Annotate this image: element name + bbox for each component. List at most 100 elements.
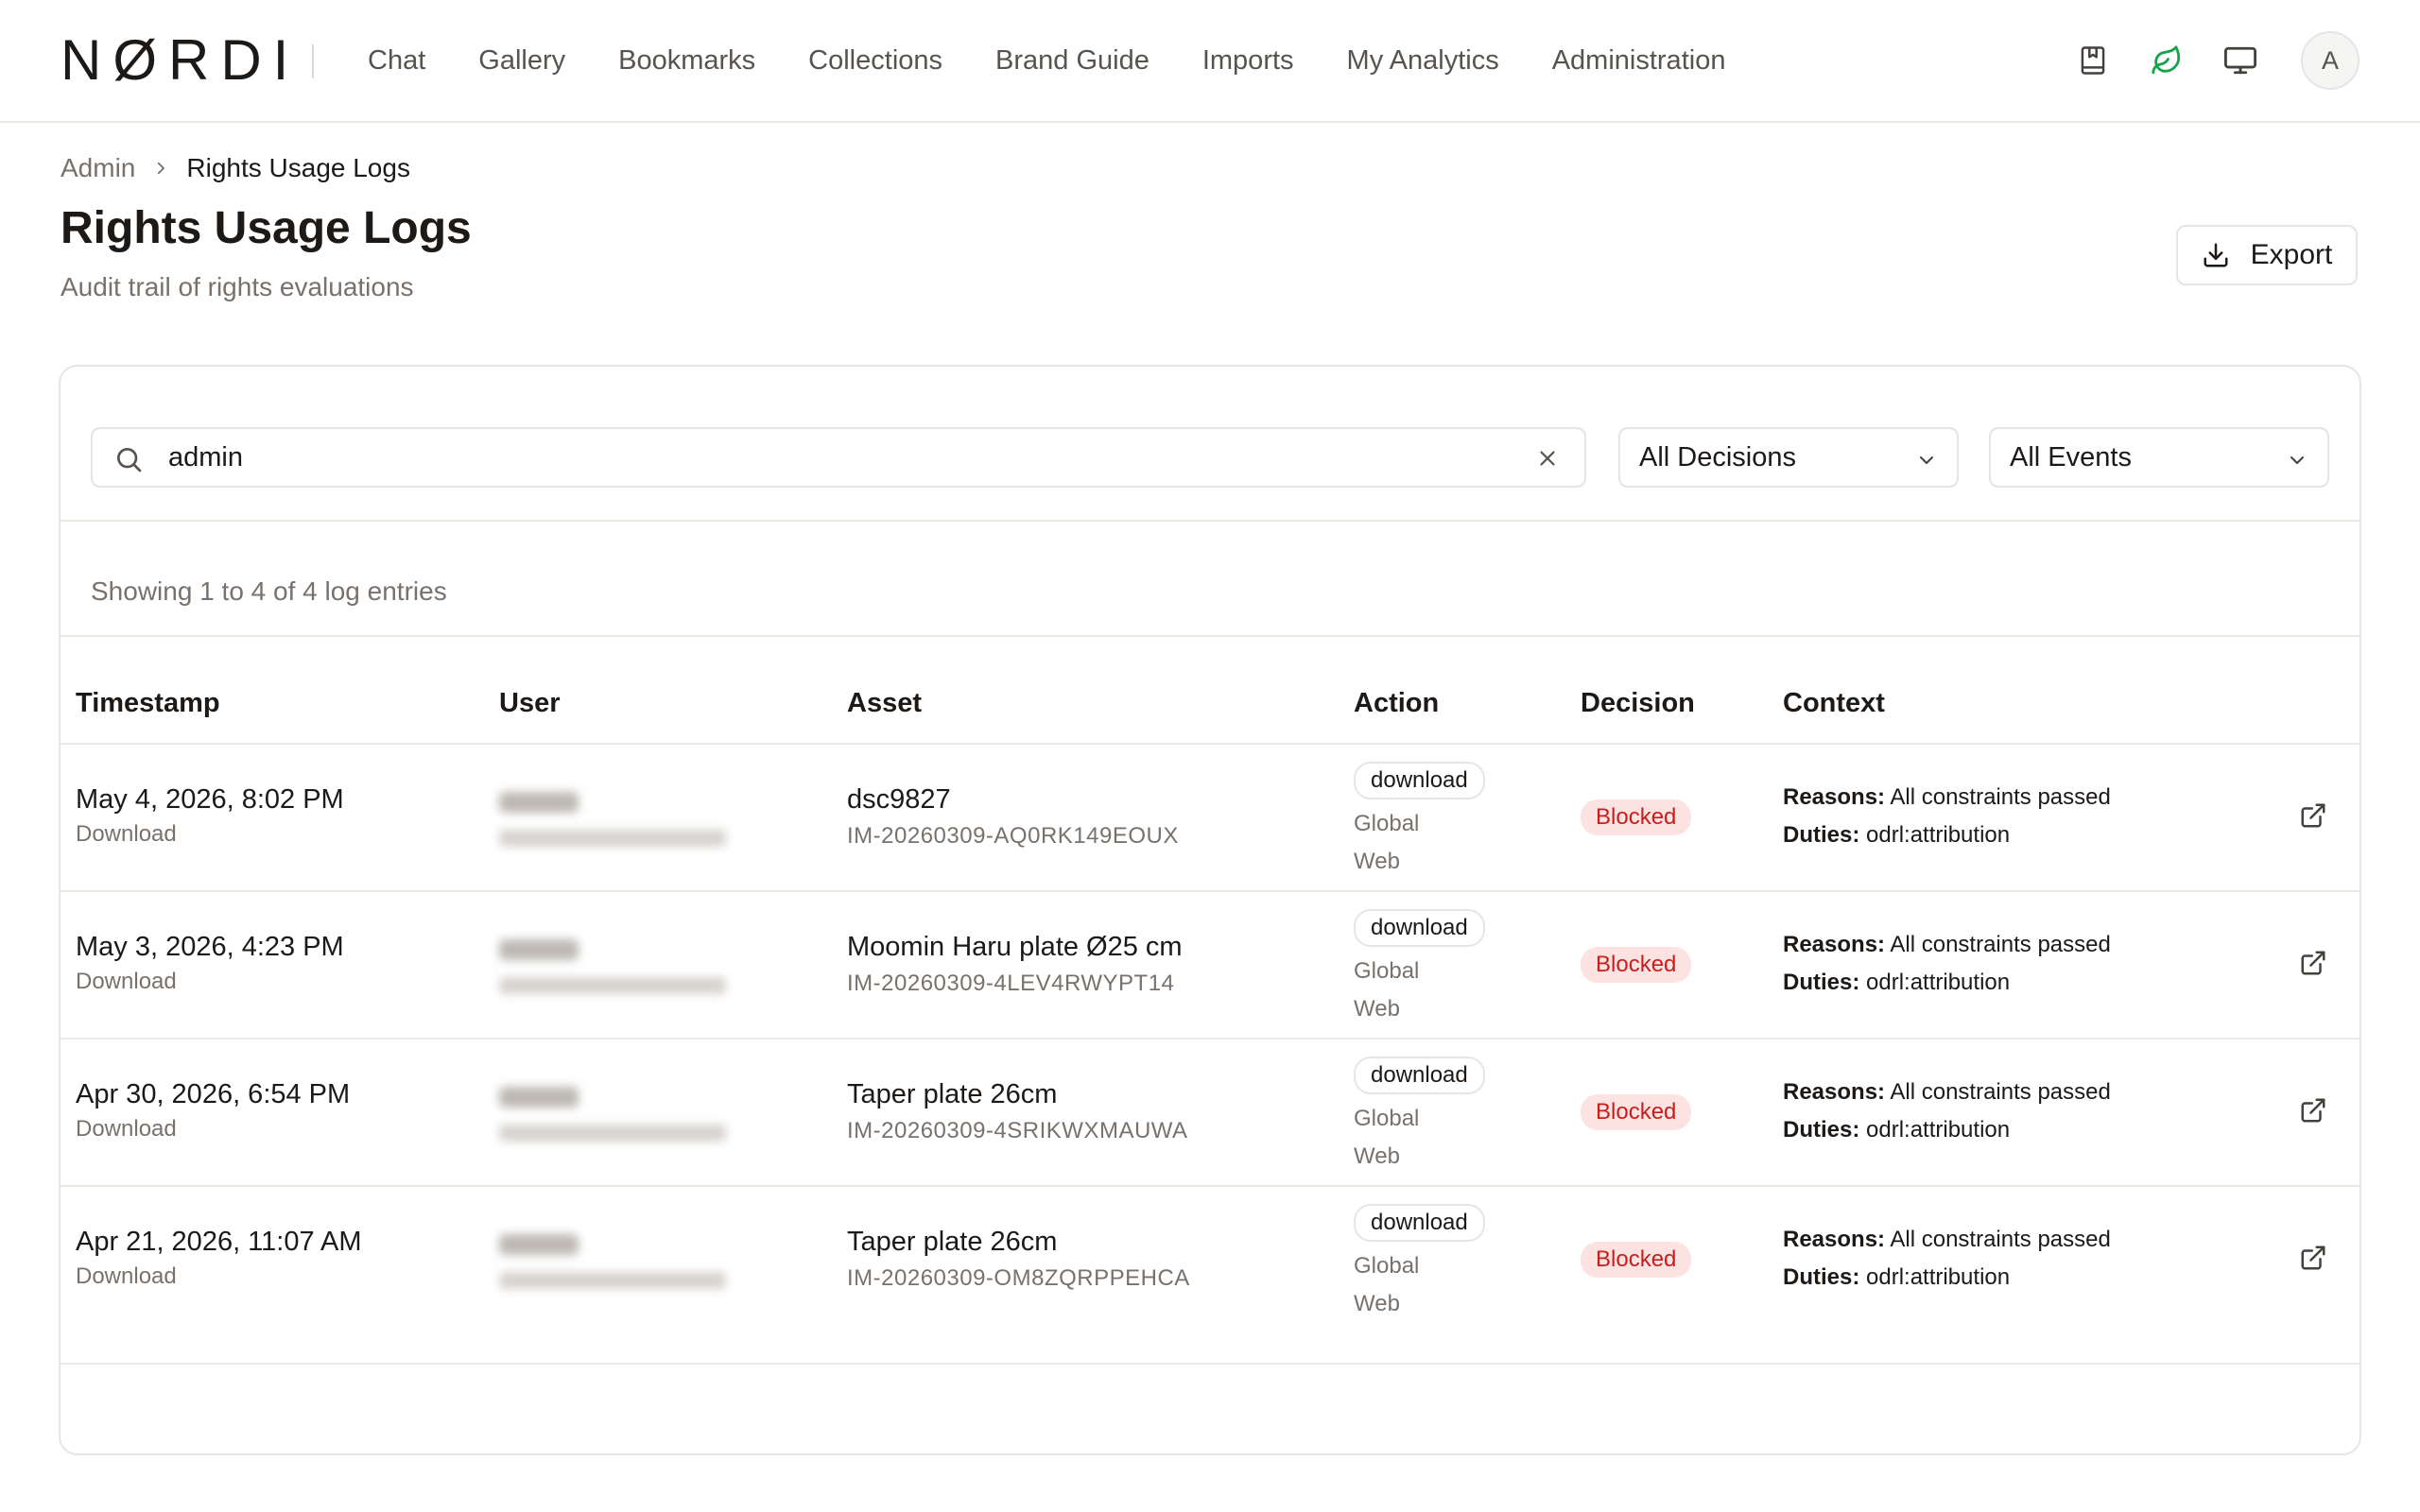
context-reasons: Reasons: All constraints passed	[1783, 1221, 2111, 1259]
page-subtitle: Audit trail of rights evaluations	[60, 272, 414, 301]
nav-item-my-analytics[interactable]: My Analytics	[1347, 45, 1499, 77]
bookmark-book-icon[interactable]	[2070, 38, 2116, 83]
monitor-icon[interactable]	[2218, 38, 2263, 83]
reasons-label: Reasons:	[1783, 784, 1886, 810]
nav-item-bookmarks[interactable]: Bookmarks	[618, 45, 755, 77]
external-link-icon[interactable]	[2299, 1244, 2327, 1272]
asset-cell: Taper plate 26cm IM-20260309-4SRIKWXMAUW…	[847, 1079, 1188, 1144]
timestamp-value: May 3, 2026, 4:23 PM	[76, 932, 344, 962]
decision-filter-value: All Decisions	[1639, 441, 1796, 472]
reasons-label: Reasons:	[1783, 1079, 1886, 1105]
user-email-redacted	[499, 1125, 726, 1142]
duties-value: odrl:attribution	[1866, 970, 2011, 995]
header-user[interactable]: User	[499, 688, 561, 719]
reasons-label: Reasons:	[1783, 932, 1886, 957]
duties-label: Duties:	[1783, 1117, 1860, 1143]
timestamp-value: Apr 21, 2026, 11:07 AM	[76, 1227, 362, 1257]
reasons-value: All constraints passed	[1890, 1227, 2111, 1252]
context-duties: Duties: odrl:attribution	[1783, 816, 2111, 854]
external-link-icon[interactable]	[2299, 801, 2327, 830]
duties-label: Duties:	[1783, 1264, 1860, 1290]
leaf-icon[interactable]	[2144, 38, 2189, 83]
asset-id: IM-20260309-AQ0RK149EOUX	[847, 823, 1179, 849]
event-filter-value: All Events	[2010, 441, 2132, 472]
decision-badge: Blocked	[1581, 799, 1692, 835]
filter-divider	[60, 520, 2360, 522]
nav-item-imports[interactable]: Imports	[1202, 45, 1294, 77]
search-icon	[113, 444, 144, 474]
logo-divider	[312, 44, 314, 78]
timestamp-cell: May 3, 2026, 4:23 PM Download	[76, 932, 344, 995]
user-name-redacted	[499, 1234, 579, 1255]
action-badge: download	[1354, 1057, 1485, 1094]
action-channel: Web	[1354, 996, 1400, 1022]
user-name-redacted	[499, 939, 579, 960]
context-duties: Duties: odrl:attribution	[1783, 1259, 2111, 1297]
asset-name[interactable]: dsc9827	[847, 784, 1179, 816]
chevron-down-icon	[2286, 448, 2308, 471]
nav-item-collections[interactable]: Collections	[808, 45, 942, 77]
decision-filter-select[interactable]: All Decisions	[1618, 427, 1959, 488]
event-type: Download	[76, 1263, 177, 1289]
search-input[interactable]	[166, 437, 1490, 478]
export-button[interactable]: Export	[2176, 225, 2358, 285]
asset-cell: Taper plate 26cm IM-20260309-OM8ZQRPPEHC…	[847, 1227, 1190, 1292]
duties-value: odrl:attribution	[1866, 1264, 2011, 1290]
action-scope: Global	[1354, 811, 1420, 836]
nordi-logo[interactable]: NØRDI	[60, 32, 300, 89]
external-link-icon[interactable]	[2299, 949, 2327, 977]
action-badge: download	[1354, 762, 1485, 799]
nav-item-chat[interactable]: Chat	[368, 45, 425, 77]
asset-name[interactable]: Taper plate 26cm	[847, 1227, 1190, 1258]
chevron-right-icon	[152, 160, 169, 177]
page-title: Rights Usage Logs	[60, 203, 472, 253]
external-link-icon[interactable]	[2299, 1096, 2327, 1125]
nav-item-administration[interactable]: Administration	[1552, 45, 1726, 77]
results-count: Showing 1 to 4 of 4 log entries	[91, 576, 447, 606]
asset-cell: Moomin Haru plate Ø25 cm IM-20260309-4LE…	[847, 932, 1183, 997]
table-row[interactable]: May 4, 2026, 8:02 PM Download dsc9827 IM…	[60, 745, 2360, 892]
header-decision[interactable]: Decision	[1581, 688, 1695, 719]
duties-label: Duties:	[1783, 970, 1860, 995]
header-context[interactable]: Context	[1783, 688, 1885, 719]
decision-badge: Blocked	[1581, 1242, 1692, 1278]
main-nav: Chat Gallery Bookmarks Collections Brand…	[368, 0, 1778, 121]
reasons-value: All constraints passed	[1890, 784, 2111, 810]
decision-cell: Blocked	[1581, 1094, 1692, 1130]
event-filter-select[interactable]: All Events	[1989, 427, 2329, 488]
breadcrumb-admin-link[interactable]: Admin	[60, 153, 135, 183]
asset-name[interactable]: Taper plate 26cm	[847, 1079, 1188, 1110]
context-cell: Reasons: All constraints passed Duties: …	[1783, 926, 2111, 1002]
context-reasons: Reasons: All constraints passed	[1783, 926, 2111, 964]
timestamp-cell: May 4, 2026, 8:02 PM Download	[76, 784, 344, 848]
user-avatar[interactable]: A	[2301, 31, 2360, 90]
nav-item-brand-guide[interactable]: Brand Guide	[995, 45, 1150, 77]
header-actions: A	[2042, 0, 2360, 121]
context-cell: Reasons: All constraints passed Duties: …	[1783, 1074, 2111, 1149]
header-action[interactable]: Action	[1354, 688, 1439, 719]
action-channel: Web	[1354, 849, 1400, 874]
header-asset[interactable]: Asset	[847, 688, 922, 719]
nav-item-gallery[interactable]: Gallery	[478, 45, 565, 77]
header-timestamp[interactable]: Timestamp	[76, 688, 220, 719]
search-box	[91, 427, 1586, 488]
row-divider	[60, 1363, 2360, 1365]
action-cell: download Global Web	[1354, 909, 1485, 1028]
duties-value: odrl:attribution	[1866, 822, 2011, 848]
context-reasons: Reasons: All constraints passed	[1783, 1074, 2111, 1111]
export-label: Export	[2250, 239, 2333, 270]
user-name-redacted	[499, 792, 579, 813]
action-channel: Web	[1354, 1143, 1400, 1169]
user-name-redacted	[499, 1087, 579, 1108]
asset-name[interactable]: Moomin Haru plate Ø25 cm	[847, 932, 1183, 963]
timestamp-value: May 4, 2026, 8:02 PM	[76, 784, 344, 815]
table-row[interactable]: May 3, 2026, 4:23 PM Download Moomin Har…	[60, 892, 2360, 1040]
decision-cell: Blocked	[1581, 947, 1692, 983]
asset-id: IM-20260309-4LEV4RWYPT14	[847, 971, 1175, 996]
table-row[interactable]: Apr 30, 2026, 6:54 PM Download Taper pla…	[60, 1040, 2360, 1187]
clear-search-icon[interactable]	[1535, 446, 1560, 471]
action-badge: download	[1354, 1204, 1485, 1242]
user-email-redacted	[499, 977, 726, 994]
table-row[interactable]: Apr 21, 2026, 11:07 AM Download Taper pl…	[60, 1187, 2360, 1365]
asset-id: IM-20260309-4SRIKWXMAUWA	[847, 1118, 1188, 1143]
